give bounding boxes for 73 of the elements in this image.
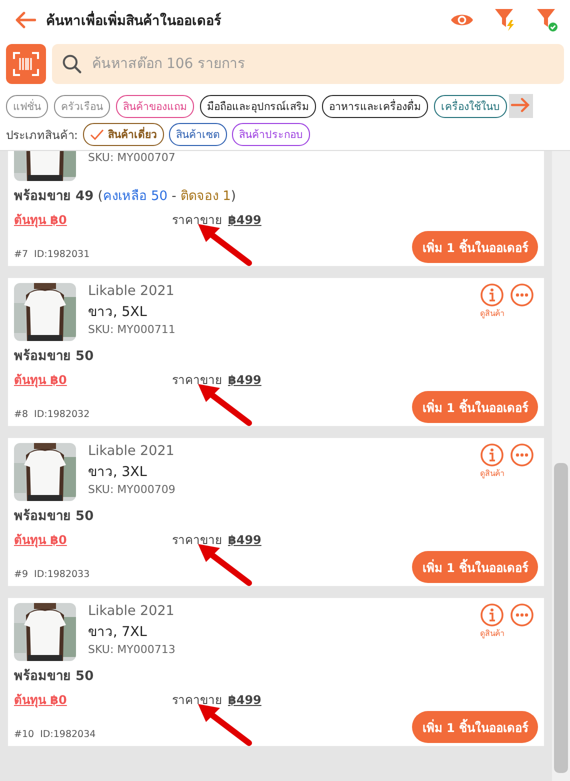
cost-link[interactable]: ต้นทุน ฿0 — [14, 530, 172, 549]
sku-text: SKU: MY000709 — [88, 483, 176, 496]
arrow-right-icon — [511, 96, 531, 112]
cost-link[interactable]: ต้นทุน ฿0 — [14, 370, 172, 389]
cost-link[interactable]: ต้นทุน ฿0 — [14, 210, 172, 229]
product-id: ID:1982032 — [34, 409, 90, 422]
barcode-icon — [13, 52, 39, 76]
price-value: ฿499 — [228, 692, 262, 706]
view-product-label[interactable]: ดูสินค้า — [480, 627, 504, 640]
category-chip[interactable]: อาหารและเครื่องดื่ม — [322, 94, 428, 118]
add-to-order-button[interactable]: เพิ่ม 1 ชิ้นในออเดอร์ — [412, 231, 538, 263]
product-variant: ขาว, 7XL — [88, 623, 148, 642]
page-title: ค้นหาเพื่อเพิ่มสินค้าในออเดอร์ — [46, 9, 221, 31]
product-index: #7 — [14, 249, 28, 262]
sku-text: SKU: MY000711 — [88, 323, 176, 336]
view-product-label[interactable]: ดูสินค้า — [480, 467, 504, 480]
barcode-scan-button[interactable] — [6, 44, 46, 84]
category-chip[interactable]: แฟชั่น — [6, 94, 48, 118]
check-icon — [90, 129, 104, 140]
price-label: ราคาขาย — [172, 373, 222, 387]
price-label: ราคาขาย — [172, 213, 222, 227]
category-chip[interactable]: มือถือและอุปกรณ์เสริม — [200, 94, 316, 118]
sku-text: SKU: MY000713 — [88, 643, 176, 656]
product-index: #10 — [14, 729, 34, 742]
price-value: ฿499 — [228, 372, 262, 386]
type-chip[interactable]: สินค้าประกอบ — [232, 123, 310, 146]
type-chip[interactable]: สินค้าเซต — [168, 123, 227, 146]
info-icon[interactable] — [480, 443, 504, 467]
stock-text: พร้อมขาย 49 (คงเหลือ 50 - ติดจอง 1) — [14, 188, 237, 206]
more-options-icon[interactable] — [510, 443, 534, 467]
pointer-arrow — [198, 704, 252, 746]
price-label: ราคาขาย — [172, 693, 222, 707]
product-id: ID:1982034 — [40, 729, 96, 742]
stock-text: พร้อมขาย 50 — [14, 668, 95, 686]
pointer-arrow — [198, 224, 252, 266]
category-chip[interactable]: ครัวเรือน — [54, 94, 110, 118]
product-name: Likable 2021 — [88, 283, 176, 299]
more-options-icon[interactable] — [510, 603, 534, 627]
price-value: ฿499 — [228, 212, 262, 226]
product-id: ID:1982031 — [34, 249, 90, 262]
info-icon[interactable] — [480, 603, 504, 627]
pointer-arrow — [198, 384, 252, 426]
info-icon[interactable] — [480, 283, 504, 307]
price-label: ราคาขาย — [172, 533, 222, 547]
product-name: Likable 2021 — [88, 603, 176, 619]
type-chip[interactable]: สินค้าเดี่ยว — [82, 123, 164, 146]
scrollbar[interactable] — [552, 151, 570, 781]
cost-link[interactable]: ต้นทุน ฿0 — [14, 690, 172, 709]
more-options-icon[interactable] — [510, 283, 534, 307]
product-variant: ขาว, 5XL — [88, 303, 148, 322]
view-product-label[interactable]: ดูสินค้า — [480, 307, 504, 320]
sku-text: SKU: MY000707 — [88, 151, 176, 164]
back-icon[interactable] — [14, 11, 36, 29]
scroll-right-button[interactable] — [509, 94, 533, 118]
product-id: ID:1982033 — [34, 569, 90, 582]
type-filter-label: ประเภทสินค้า: — [6, 126, 78, 144]
category-chip[interactable]: เครื่องใช้ในบ — [434, 94, 507, 118]
product-variant: ขาว, 3XL — [88, 463, 148, 482]
stock-text: พร้อมขาย 50 — [14, 348, 95, 366]
category-chip[interactable]: สินค้าของแถม — [116, 94, 194, 118]
add-to-order-button[interactable]: เพิ่ม 1 ชิ้นในออเดอร์ — [412, 711, 538, 743]
stock-text: พร้อมขาย 50 — [14, 508, 95, 526]
eye-icon[interactable] — [450, 12, 474, 28]
pointer-arrow — [198, 544, 252, 586]
price-value: ฿499 — [228, 532, 262, 546]
filter-lightning-icon[interactable] — [494, 8, 516, 32]
search-field[interactable]: ค้นหาสต๊อก 106 รายการ — [52, 44, 564, 84]
product-index: #8 — [14, 409, 28, 422]
add-to-order-button[interactable]: เพิ่ม 1 ชิ้นในออเดอร์ — [412, 551, 538, 583]
product-index: #9 — [14, 569, 28, 582]
filter-check-icon[interactable] — [536, 8, 558, 32]
add-to-order-button[interactable]: เพิ่ม 1 ชิ้นในออเดอร์ — [412, 391, 538, 423]
product-name: Likable 2021 — [88, 443, 176, 459]
